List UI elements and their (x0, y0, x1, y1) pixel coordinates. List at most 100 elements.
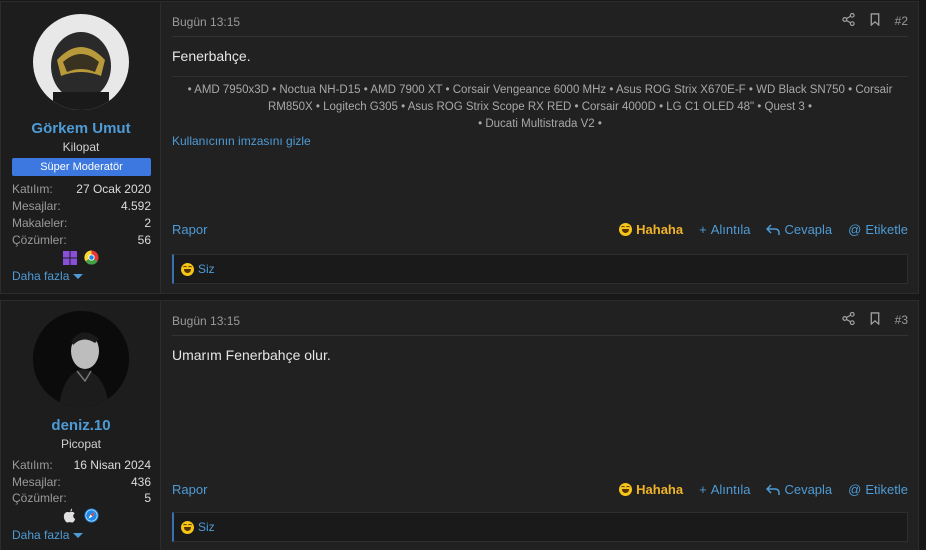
report-link[interactable]: Rapor (172, 222, 207, 237)
signature-line: • AMD 7950x3D • Noctua NH-D15 • AMD 7900… (187, 84, 893, 96)
user-title: Kilopat (62, 140, 100, 154)
more-label: Daha fazla (12, 528, 70, 542)
quote-button[interactable]: + Alıntıla (699, 222, 750, 237)
signature-line: RM850X • Logitech G305 • Asus ROG Strix … (267, 101, 813, 113)
reactions-bar: Siz (172, 254, 908, 284)
signature: • AMD 7950x3D • Noctua NH-D15 • AMD 7900… (172, 82, 908, 133)
stat-value: 2 (144, 216, 151, 230)
reply-button[interactable]: Cevapla (766, 482, 832, 497)
os-browser-icons (1, 250, 161, 268)
post-content: Bugün 13:15 #2 Fenerbahçe. • AMD 7950x3D… (162, 2, 918, 293)
os-browser-icons (1, 508, 161, 526)
report-link[interactable]: Rapor (172, 482, 207, 497)
plus-icon: + (699, 222, 707, 237)
stat-label: Mesajlar: (12, 475, 61, 489)
stat-value: 56 (137, 233, 151, 247)
post-message: Fenerbahçe. (172, 48, 251, 64)
divider (172, 36, 908, 37)
post-footer: Rapor Hahaha + Alıntıla Cevapla @ Etiket… (172, 222, 908, 240)
stat-value: 4.592 (120, 199, 151, 213)
reaction-button[interactable]: Hahaha (619, 482, 683, 497)
quote-button[interactable]: + Alıntıla (699, 482, 750, 497)
stat-joined: Katılım: 27 Ocak 2020 (12, 182, 151, 198)
stat-label: Mesajlar: (12, 199, 61, 213)
bookmark-icon[interactable] (869, 312, 881, 328)
more-label: Daha fazla (12, 269, 70, 283)
share-icon[interactable] (841, 311, 855, 328)
stat-value: 27 Ocak 2020 (76, 182, 151, 196)
laugh-emoji-icon (619, 223, 633, 236)
at-icon: @ (848, 482, 862, 497)
post-footer: Rapor Hahaha + Alıntıla Cevapla @ Etiket… (172, 482, 908, 500)
stat-label: Çözümler: (12, 491, 67, 505)
at-icon: @ (848, 222, 862, 237)
user-info-panel: Görkem Umut Kilopat Süper Moderatör Katı… (1, 2, 161, 293)
chrome-icon (84, 250, 99, 268)
reply-label: Cevapla (784, 482, 833, 497)
divider (172, 335, 908, 336)
stat-label: Katılım: (12, 182, 53, 196)
stat-articles: Makaleler: 2 (12, 216, 151, 232)
tag-button[interactable]: @ Etiketle (848, 482, 908, 497)
reactions-list-link[interactable]: Siz (198, 520, 215, 534)
laugh-emoji-icon (181, 262, 194, 276)
footer-actions: Hahaha + Alıntıla Cevapla @ Etiketle (619, 482, 908, 497)
post-content: Bugün 13:15 #3 Umarım Fenerbahçe olur. R… (162, 301, 918, 550)
more-link[interactable]: Daha fazla (12, 528, 84, 542)
more-link[interactable]: Daha fazla (12, 269, 84, 283)
apple-icon (63, 508, 76, 526)
plus-icon: + (699, 482, 707, 497)
stat-solutions: Çözümler: 5 (12, 491, 151, 507)
quote-label: Alıntıla (710, 482, 751, 497)
stat-value: 16 Nisan 2024 (73, 458, 151, 472)
avatar[interactable] (33, 311, 129, 407)
reaction-label: Hahaha (636, 482, 684, 497)
reaction-button[interactable]: Hahaha (619, 222, 683, 237)
safari-icon (84, 508, 99, 526)
stat-messages: Mesajlar: 4.592 (12, 199, 151, 215)
stat-joined: Katılım: 16 Nisan 2024 (12, 458, 151, 474)
share-icon[interactable] (841, 12, 855, 29)
stat-value: 5 (144, 491, 151, 505)
signature-divider (172, 76, 908, 77)
post-message: Umarım Fenerbahçe olur. (172, 347, 331, 363)
caret-down-icon (73, 533, 84, 539)
stat-solutions: Çözümler: 56 (12, 233, 151, 249)
stat-label: Çözümler: (12, 233, 67, 247)
reactions-list-link[interactable]: Siz (198, 262, 215, 276)
quote-label: Alıntıla (710, 222, 751, 237)
post-top-actions: #2 (841, 12, 908, 29)
username[interactable]: deniz.10 (1, 417, 161, 434)
post-number[interactable]: #3 (895, 313, 908, 327)
reactions-bar: Siz (172, 512, 908, 542)
user-title: Picopat (60, 437, 102, 451)
post-date[interactable]: Bugün 13:15 (172, 314, 240, 328)
stat-value: 436 (130, 475, 151, 489)
laugh-emoji-icon (181, 520, 194, 534)
stat-label: Makaleler: (12, 216, 68, 230)
avatar[interactable] (33, 14, 129, 110)
reply-icon (766, 223, 781, 235)
tag-label: Etiketle (865, 222, 908, 237)
stat-messages: Mesajlar: 436 (12, 475, 151, 491)
post-top-actions: #3 (841, 311, 908, 328)
windows-icon (62, 250, 77, 268)
post-date[interactable]: Bugün 13:15 (172, 15, 240, 29)
caret-down-icon (73, 274, 84, 280)
reaction-label: Hahaha (636, 222, 684, 237)
tag-label: Etiketle (865, 482, 908, 497)
reply-icon (766, 483, 781, 495)
bookmark-icon[interactable] (869, 13, 881, 29)
reply-label: Cevapla (784, 222, 833, 237)
laugh-emoji-icon (619, 483, 633, 496)
reply-button[interactable]: Cevapla (766, 222, 832, 237)
tag-button[interactable]: @ Etiketle (848, 222, 908, 237)
user-info-panel: deniz.10 Picopat Katılım: 16 Nisan 2024 … (1, 301, 161, 550)
username[interactable]: Görkem Umut (1, 120, 161, 137)
post-3: deniz.10 Picopat Katılım: 16 Nisan 2024 … (0, 300, 919, 550)
signature-line: • Ducati Multistrada V2 • (478, 118, 602, 130)
role-badge: Süper Moderatör (12, 158, 151, 176)
post-number[interactable]: #2 (895, 14, 908, 28)
hide-signature-link[interactable]: Kullanıcının imzasını gizle (172, 134, 311, 148)
post-2: Görkem Umut Kilopat Süper Moderatör Katı… (0, 1, 919, 294)
